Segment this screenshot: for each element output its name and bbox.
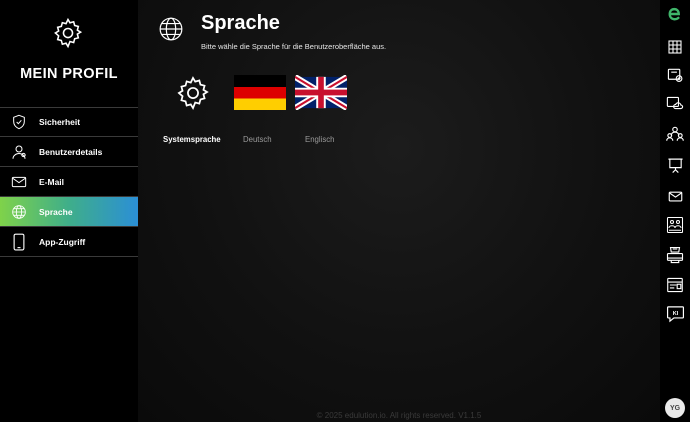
sidebar-item-security[interactable]: Sicherheit: [0, 107, 138, 137]
cloud-icon[interactable]: [665, 93, 685, 113]
shield-check-icon: [10, 113, 28, 131]
language-option-english[interactable]: [286, 74, 356, 115]
sidebar-item-email[interactable]: E-Mail: [0, 167, 138, 197]
main-content: Sprache Bitte wähle die Sprache für die …: [138, 0, 660, 422]
presentation-icon[interactable]: [665, 155, 685, 175]
page-title: Sprache: [201, 12, 280, 34]
sidebar-item-label: E-Mail: [39, 176, 65, 187]
language-label-german[interactable]: Deutsch: [243, 135, 272, 144]
files-icon[interactable]: [665, 65, 685, 85]
globe-icon: [158, 16, 184, 42]
grid-icon[interactable]: [665, 37, 685, 57]
sidebar-item-language[interactable]: Sprache: [0, 197, 138, 227]
users-icon[interactable]: [665, 124, 685, 144]
globe-icon: [10, 203, 28, 221]
mail-icon: [10, 173, 28, 191]
page-subtitle: Bitte wähle die Sprache für die Benutzer…: [201, 42, 387, 51]
ai-chat-icon[interactable]: KI: [665, 304, 685, 324]
uk-flag-icon: [293, 74, 349, 115]
profile-nav: Sicherheit Benutzerdetails E-Mail Sprach…: [0, 107, 138, 257]
language-label-english[interactable]: Englisch: [305, 135, 334, 144]
language-label-system[interactable]: Systemsprache: [163, 135, 221, 144]
user-details-icon: [10, 143, 28, 161]
sidebar-item-label: Benutzerdetails: [39, 146, 103, 157]
ai-badge-label: KI: [672, 311, 678, 317]
sidebar-item-label: App-Zugriff: [39, 236, 86, 247]
classroom-icon[interactable]: [665, 215, 685, 235]
tablet-icon: [10, 233, 28, 251]
sidebar-item-label: Sicherheit: [39, 117, 81, 127]
sidebar-item-app-access[interactable]: App-Zugriff: [0, 227, 138, 257]
sidebar-item-label: Sprache: [39, 206, 73, 217]
user-avatar[interactable]: YG: [665, 398, 685, 418]
edulution-logo-icon[interactable]: [665, 4, 685, 24]
gear-icon: [51, 16, 85, 50]
language-option-german[interactable]: [225, 75, 295, 115]
gear-icon: [174, 74, 212, 117]
sidebar-item-user-details[interactable]: Benutzerdetails: [0, 137, 138, 167]
profile-sidebar: MEIN PROFIL Sicherheit Benutzerdetails E…: [0, 0, 138, 422]
app-toolbar: KI YG: [660, 0, 690, 422]
mail-icon[interactable]: [665, 186, 685, 206]
sidebar-title: MEIN PROFIL: [20, 66, 118, 82]
german-flag-icon: [234, 75, 286, 115]
browser-icon[interactable]: [665, 275, 685, 295]
language-option-system[interactable]: [158, 74, 228, 117]
printer-icon[interactable]: [665, 245, 685, 265]
footer-copyright: © 2025 edulution.io. All rights reserved…: [316, 411, 482, 420]
